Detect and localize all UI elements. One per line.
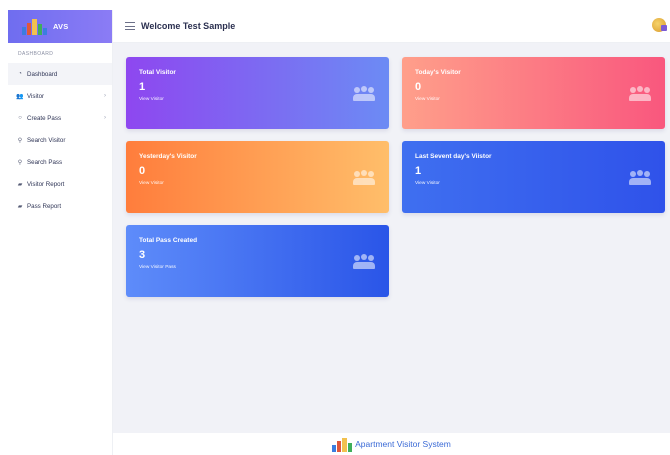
view-visitor-pass-link[interactable]: View Visitor Pass (139, 265, 376, 270)
sidebar-item-label: Create Pass (27, 114, 62, 122)
users-icon (629, 86, 651, 104)
sidebar-item-label: Pass Report (27, 202, 62, 210)
card-title: Last Sevent day's Viistor (415, 153, 492, 160)
sidebar-item-label: Search Visitor (27, 136, 66, 144)
card-value: 0 (139, 165, 146, 177)
chevron-right-icon: › (104, 115, 106, 121)
card-title: Today's Visitor (415, 69, 461, 76)
card-yesterdays-visitor: Yesterday's Visitor 0 View Visitor (126, 141, 389, 213)
card-todays-visitor: Today's Visitor 0 View Visitor (402, 57, 665, 129)
building-logo-icon (22, 18, 47, 35)
card-title: Total Visitor (139, 69, 176, 76)
view-visitor-link[interactable]: View Visitor (139, 181, 376, 186)
view-visitor-link[interactable]: View Visitor (415, 181, 652, 186)
search-icon: ⚲ (17, 159, 23, 166)
sidebar-item-pass-report[interactable]: ▰ Pass Report (8, 195, 112, 217)
sidebar-item-visitor[interactable]: 👥 Visitor › (8, 85, 112, 107)
sidebar-item-create-pass[interactable]: ○ Create Pass › (8, 107, 112, 129)
card-total-pass-created: Total Pass Created 3 View Visitor Pass (126, 225, 389, 297)
card-value: 1 (139, 81, 146, 93)
building-logo-icon (332, 436, 353, 452)
footer: Apartment Visitor System (113, 433, 670, 455)
sidebar-item-label: Visitor Report (27, 180, 65, 188)
page-title: Welcome Test Sample (141, 21, 236, 31)
users-icon: 👥 (16, 93, 24, 100)
card-value: 1 (415, 165, 422, 177)
sidebar-item-label: Dashboard (27, 70, 58, 78)
sidebar-item-dashboard[interactable]: ◔ Dashboard (8, 63, 112, 85)
users-icon (353, 170, 375, 188)
sidebar-item-label: Visitor (27, 92, 45, 100)
top-bar: Welcome Test Sample (113, 10, 670, 43)
card-total-visitor: Total Visitor 1 View Visitor (126, 57, 389, 129)
view-visitor-link[interactable]: View Visitor (415, 97, 652, 102)
users-icon (629, 170, 651, 188)
sidebar-section-title: DASHBOARD (18, 51, 54, 57)
sidebar-item-label: Search Pass (27, 158, 63, 166)
brand-bar[interactable]: AVS (8, 10, 112, 43)
card-last-seven-days-visitor: Last Sevent day's Viistor 1 View Visitor (402, 141, 665, 213)
sidebar: AVS DASHBOARD ◔ Dashboard 👥 Visitor › ○ … (8, 10, 113, 455)
users-icon (353, 86, 375, 104)
users-icon (353, 254, 375, 272)
card-value: 3 (139, 249, 146, 261)
sidebar-item-search-pass[interactable]: ⚲ Search Pass (8, 151, 112, 173)
chevron-right-icon: › (104, 93, 106, 99)
dashboard-icon: ◔ (18, 71, 22, 77)
hamburger-menu-icon[interactable] (125, 22, 135, 30)
search-icon: ⚲ (17, 137, 23, 144)
folder-icon: ▰ (17, 181, 23, 188)
sidebar-item-visitor-report[interactable]: ▰ Visitor Report (8, 173, 112, 195)
card-value: 0 (415, 81, 422, 93)
brand-name: AVS (53, 22, 69, 31)
dashboard-main: Total Visitor 1 View Visitor Today's Vis… (113, 43, 670, 433)
card-title: Total Pass Created (139, 237, 198, 244)
sidebar-item-search-visitor[interactable]: ⚲ Search Visitor (8, 129, 112, 151)
folder-icon: ▰ (17, 203, 23, 210)
card-title: Yesterday's Visitor (139, 153, 197, 160)
avatar[interactable] (652, 18, 667, 32)
lightbulb-icon: ○ (18, 115, 22, 121)
footer-text: Apartment Visitor System (355, 439, 451, 449)
view-visitor-link[interactable]: View Visitor (139, 97, 376, 102)
